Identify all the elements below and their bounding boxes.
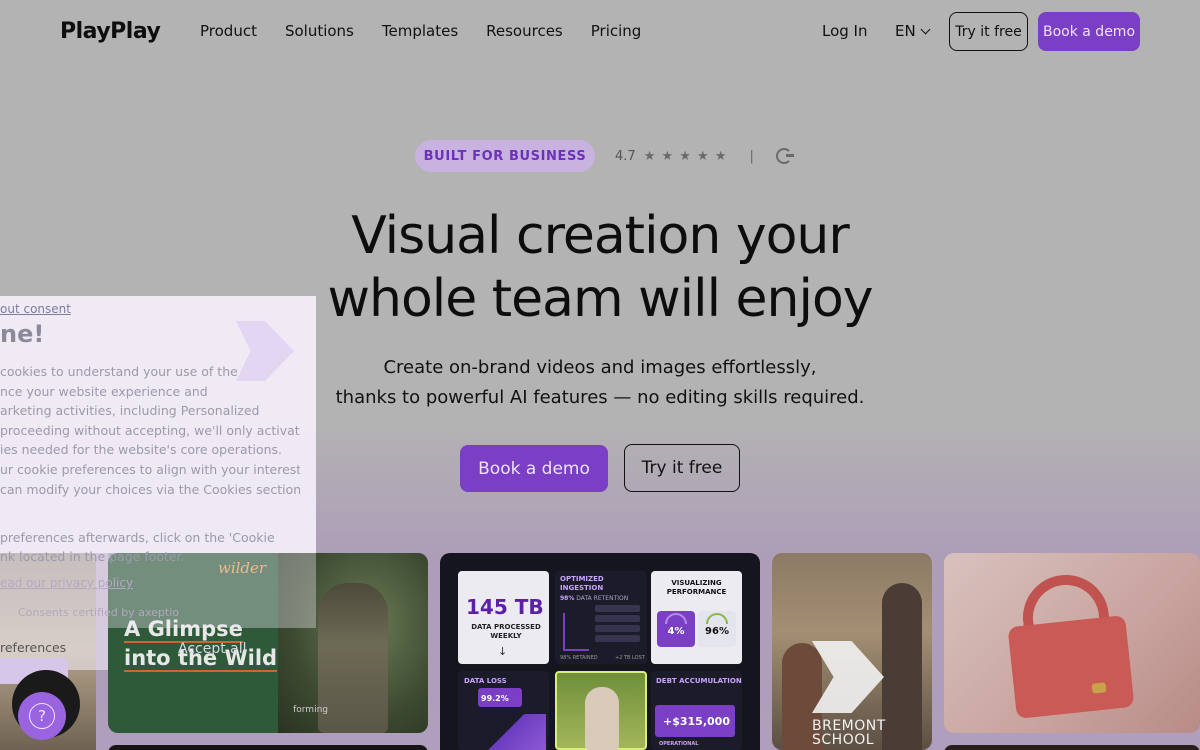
gauge-1: 4% [657, 611, 695, 647]
consent-body-extra: preferences afterwards, click on the 'Co… [0, 528, 300, 566]
ingestion-footer-right: +2 TB LOST [615, 655, 645, 661]
nav-resources[interactable]: Resources [486, 22, 563, 40]
rating: 4.7 ★ ★ ★ ★ ★ | [615, 148, 794, 164]
processed-value: 145 TB [466, 595, 544, 619]
loss-value: 99.2% [481, 694, 509, 703]
debt-heading: DEBT ACCUMULATION [656, 677, 742, 685]
showcase-card-row2 [108, 745, 428, 750]
gauge-arc-icon [706, 613, 728, 624]
ingestion-stat-label: DATA RETENTION [576, 595, 629, 602]
consent-body-line: proceeding without accepting, we'll only… [0, 422, 300, 438]
rating-separator: | [749, 148, 754, 164]
ingestion-row [595, 605, 640, 612]
ingestion-footer-left: 98% RETAINED [560, 655, 598, 661]
language-selector[interactable]: EN [895, 22, 931, 40]
accept-all-button[interactable]: Accept all [178, 641, 247, 657]
g2-logo-icon [775, 148, 794, 164]
nav-solutions[interactable]: Solutions [285, 22, 354, 40]
preferences-label[interactable]: references [0, 640, 66, 655]
ingestion-stat-value: 98% [560, 595, 575, 602]
data-tile-debt: DEBT ACCUMULATION +$315,000 OPERATIONAL [651, 671, 742, 750]
wild-footer: forming [293, 705, 328, 715]
debt-box: +$315,000 [655, 705, 735, 737]
header-book-demo-button[interactable]: Book a demo [1038, 12, 1140, 51]
hero-try-free-button[interactable]: Try it free [624, 444, 740, 492]
nav-templates[interactable]: Templates [382, 22, 458, 40]
showcase-card-data[interactable]: 145 TB DATA PROCESSED WEEKLY ↓ OPTIMIZED… [440, 553, 760, 750]
school-name-line-1: BREMONT [812, 718, 886, 734]
nav-product[interactable]: Product [200, 22, 257, 40]
showcase-card-school[interactable]: BREMONT SCHOOL [772, 553, 932, 750]
school-logo-icon [812, 641, 884, 713]
consent-body-line: can modify your choices via the Cookies … [0, 481, 300, 497]
consent-body-line: nk located in the page footer. [0, 549, 185, 564]
help-icon: ? [29, 703, 55, 729]
consent-body-line: preferences afterwards, click on the 'Co… [0, 530, 275, 545]
chevron-down-icon [920, 24, 931, 34]
loss-area-chart [476, 714, 546, 750]
consent-body: cookies to understand your use of the nc… [0, 362, 300, 499]
header-try-free-button[interactable]: Try it free [949, 12, 1028, 51]
processed-label: DATA PROCESSED WEEKLY [471, 623, 541, 640]
gauge-2: 96% [698, 611, 736, 647]
consent-body-line: ies needed for the website's core operat… [0, 442, 283, 458]
data-tile-processed: 145 TB DATA PROCESSED WEEKLY ↓ [458, 571, 549, 664]
login-link[interactable]: Log In [822, 22, 868, 40]
language-label: EN [895, 22, 916, 40]
ingestion-stat: 98% DATA RETENTION [560, 595, 628, 602]
student-figure [882, 583, 922, 750]
consent-certified-by: Consents certified by axeptio [18, 606, 180, 619]
consent-body-line: ur cookie preferences to align with your… [0, 461, 300, 477]
ingestion-row [595, 625, 640, 632]
subtitle-line-1: Create on-brand videos and images effort… [383, 357, 817, 378]
school-name-line-2: SCHOOL [812, 732, 875, 748]
main-nav: Product Solutions Templates Resources Pr… [200, 22, 641, 40]
arrow-down-icon: ↓ [498, 645, 508, 658]
star-rating-icon: ★ ★ ★ ★ ★ [643, 148, 728, 164]
subtitle-line-2: thanks to powerful AI features — no edit… [335, 387, 865, 408]
logo[interactable]: PlayPlay [60, 19, 161, 44]
headline-line-2: whole team will enjoy [327, 269, 873, 329]
debt-footer: OPERATIONAL [659, 741, 699, 747]
data-tile-loss: DATA LOSS 99.2% [458, 671, 549, 750]
help-button[interactable]: ? [18, 692, 66, 740]
rating-value: 4.7 [615, 148, 636, 164]
consent-continue-link[interactable]: out consent [0, 302, 71, 316]
data-tile-photo [555, 671, 647, 750]
privacy-policy-link[interactable]: ead our privacy policy [0, 576, 133, 590]
bag-clasp [1091, 682, 1107, 694]
loss-heading: DATA LOSS [464, 677, 507, 685]
data-tile-ingestion: OPTIMIZED INGESTION 98% DATA RETENTION 9… [555, 571, 647, 664]
performance-heading: VISUALIZING PERFORMANCE [666, 579, 727, 596]
consent-body-line: cookies to understand your use of the [0, 364, 238, 379]
headline-line-1: Visual creation your [351, 206, 850, 266]
data-tile-performance: VISUALIZING PERFORMANCE 4% 96% [651, 571, 742, 664]
gauge-arc-icon [665, 613, 687, 624]
ingestion-rows [595, 605, 640, 645]
site-header: PlayPlay Product Solutions Templates Res… [0, 0, 1200, 64]
loss-box: 99.2% [478, 688, 522, 707]
consent-body-line: nce your website experience and [0, 383, 208, 399]
nav-pricing[interactable]: Pricing [591, 22, 642, 40]
built-for-business-badge: BUILT FOR BUSINESS [415, 140, 595, 172]
showcase-card-row2 [944, 745, 1200, 750]
explorer-figure [318, 583, 388, 733]
ingestion-row [595, 635, 640, 642]
hero-subtitle: Create on-brand videos and images effort… [250, 353, 950, 413]
person-photo [585, 687, 619, 750]
hero-headline: Visual creation your whole team will enj… [200, 205, 1000, 331]
showcase-card-bag[interactable] [944, 553, 1200, 733]
school-name: BREMONT SCHOOL [812, 719, 886, 747]
gauge-1-value: 4% [667, 626, 685, 637]
handbag-image [1007, 615, 1135, 719]
ingestion-row [595, 615, 640, 622]
consent-title: ne! [0, 320, 45, 348]
ingestion-heading: OPTIMIZED INGESTION [560, 575, 604, 592]
ingestion-flow-line [563, 613, 589, 651]
consent-body-line: arketing activities, including Personali… [0, 403, 260, 419]
gauge-2-value: 96% [705, 626, 729, 637]
hero-book-demo-button[interactable]: Book a demo [460, 445, 608, 492]
debt-value: +$315,000 [663, 715, 730, 728]
